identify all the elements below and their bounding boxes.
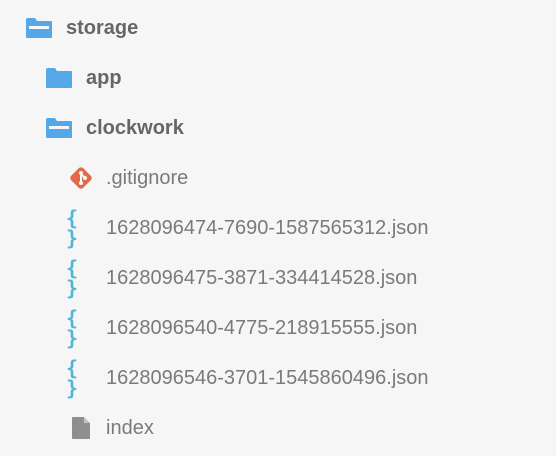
- tree-item-json-file[interactable]: { } 1628096546-3701-1545860496.json: [0, 353, 556, 403]
- tree-item-clockwork[interactable]: clockwork: [0, 103, 556, 153]
- tree-item-index[interactable]: index: [0, 403, 556, 453]
- file-tree: storage app clockwork .gitignore {} 162…: [0, 0, 556, 456]
- tree-item-json-file[interactable]: { } 1628096475-3871-334414528.json: [0, 253, 556, 303]
- tree-item-label: 1628096546-3701-1545860496.json: [106, 367, 429, 389]
- tree-item-label: 1628096474-7690-1587565312.json: [106, 217, 429, 239]
- tree-item-json-file[interactable]: { } 1628096474-7690-1587565312.json: [0, 203, 556, 253]
- json-braces-icon: { }: [66, 306, 80, 350]
- json-braces-icon: { }: [66, 206, 80, 250]
- git-icon: [66, 163, 96, 193]
- tree-item-json-file[interactable]: { } 1628096540-4775-218915555.json: [0, 303, 556, 353]
- tree-item-label: 1628096475-3871-334414528.json: [106, 267, 418, 289]
- tree-item-storage[interactable]: storage: [0, 3, 556, 53]
- tree-item-gitignore[interactable]: .gitignore: [0, 153, 556, 203]
- tree-item-label: 1628096540-4775-218915555.json: [106, 317, 418, 339]
- folder-open-icon: [44, 113, 74, 143]
- tree-item-label: .gitignore: [106, 167, 189, 189]
- folder-open-icon: [24, 13, 54, 43]
- tree-item-app[interactable]: app: [0, 53, 556, 103]
- tree-item-label: index: [106, 417, 154, 439]
- folder-closed-icon: [44, 63, 74, 93]
- json-braces-icon: { }: [66, 356, 80, 400]
- tree-item-label: clockwork: [86, 117, 184, 139]
- tree-item-label: app: [86, 67, 122, 89]
- json-braces-icon: { }: [66, 256, 80, 300]
- file-icon: [66, 413, 96, 443]
- tree-item-label: storage: [66, 17, 139, 39]
